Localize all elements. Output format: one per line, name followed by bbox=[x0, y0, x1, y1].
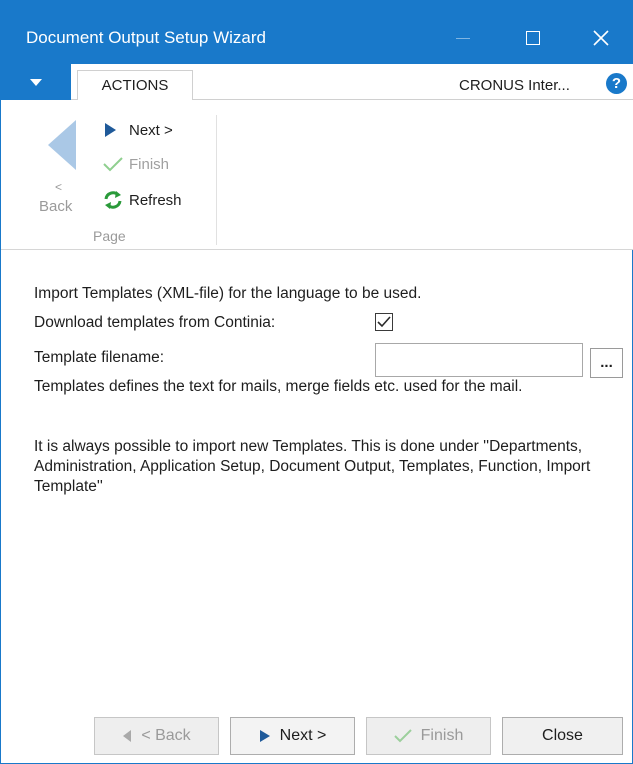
ribbon-finish-button[interactable]: Finish bbox=[103, 152, 169, 176]
template-filename-input[interactable] bbox=[375, 343, 583, 377]
ribbon-refresh-button[interactable]: Refresh bbox=[103, 188, 182, 212]
ribbon-actions: < Back Next > Finish Refresh Page bbox=[1, 100, 633, 250]
back-button[interactable]: < Back bbox=[94, 717, 219, 755]
templates-description: Templates defines the text for mails, me… bbox=[34, 378, 523, 395]
download-templates-label: Download templates from Continia: bbox=[34, 314, 276, 331]
download-templates-checkbox[interactable] bbox=[375, 313, 393, 331]
application-menu-button[interactable] bbox=[1, 64, 71, 100]
finish-button-label: Finish bbox=[420, 727, 464, 744]
maximize-button[interactable] bbox=[511, 20, 555, 56]
ribbon-back-label: Back bbox=[39, 198, 73, 215]
refresh-icon bbox=[104, 191, 122, 209]
wizard-content: Import Templates (XML-file) for the lang… bbox=[1, 251, 633, 721]
back-button-label: < Back bbox=[141, 727, 191, 744]
minimize-icon bbox=[456, 37, 470, 39]
maximize-icon bbox=[526, 31, 540, 45]
checkmark-icon bbox=[103, 157, 123, 172]
ribbon-back-arrow-text: < bbox=[55, 180, 63, 194]
close-icon bbox=[593, 30, 609, 46]
close-window-button[interactable] bbox=[579, 20, 623, 56]
intro-text: Import Templates (XML-file) for the lang… bbox=[34, 285, 422, 302]
close-button-label: Close bbox=[542, 727, 583, 744]
window-title: Document Output Setup Wizard bbox=[26, 28, 267, 47]
next-button[interactable]: Next > bbox=[230, 717, 355, 755]
ribbon-refresh-label: Refresh bbox=[129, 191, 182, 209]
close-button[interactable]: Close bbox=[502, 717, 623, 755]
ribbon-group-separator bbox=[216, 115, 217, 245]
ribbon-back-button[interactable] bbox=[46, 118, 78, 177]
ribbon-finish-label: Finish bbox=[129, 155, 170, 173]
minimize-button[interactable] bbox=[441, 20, 485, 56]
import-instructions: It is always possible to import new Temp… bbox=[34, 438, 591, 495]
ribbon-tab-strip: ACTIONS CRONUS Inter... ? bbox=[1, 64, 633, 101]
next-arrow-icon bbox=[105, 123, 116, 137]
ribbon-group-page-label: Page bbox=[93, 228, 126, 244]
checkmark-icon bbox=[377, 316, 391, 328]
help-icon[interactable]: ? bbox=[606, 73, 627, 94]
title-bar[interactable]: Document Output Setup Wizard bbox=[1, 0, 633, 64]
next-arrow-icon bbox=[259, 730, 270, 742]
ribbon-next-label: Next > bbox=[129, 121, 173, 139]
wizard-window: Document Output Setup Wizard ACTIONS CRO… bbox=[0, 0, 633, 764]
next-button-label: Next > bbox=[279, 727, 327, 744]
checkmark-icon bbox=[393, 729, 412, 743]
company-name[interactable]: CRONUS Inter... bbox=[459, 77, 570, 94]
browse-button[interactable]: ... bbox=[590, 348, 623, 378]
tab-actions[interactable]: ACTIONS bbox=[77, 70, 193, 101]
template-filename-label: Template filename: bbox=[34, 349, 165, 366]
back-arrow-icon bbox=[48, 120, 76, 170]
dropdown-arrow-icon bbox=[30, 78, 42, 86]
ribbon-next-button[interactable]: Next > bbox=[103, 118, 173, 142]
finish-button[interactable]: Finish bbox=[366, 717, 491, 755]
back-arrow-icon bbox=[123, 730, 132, 742]
